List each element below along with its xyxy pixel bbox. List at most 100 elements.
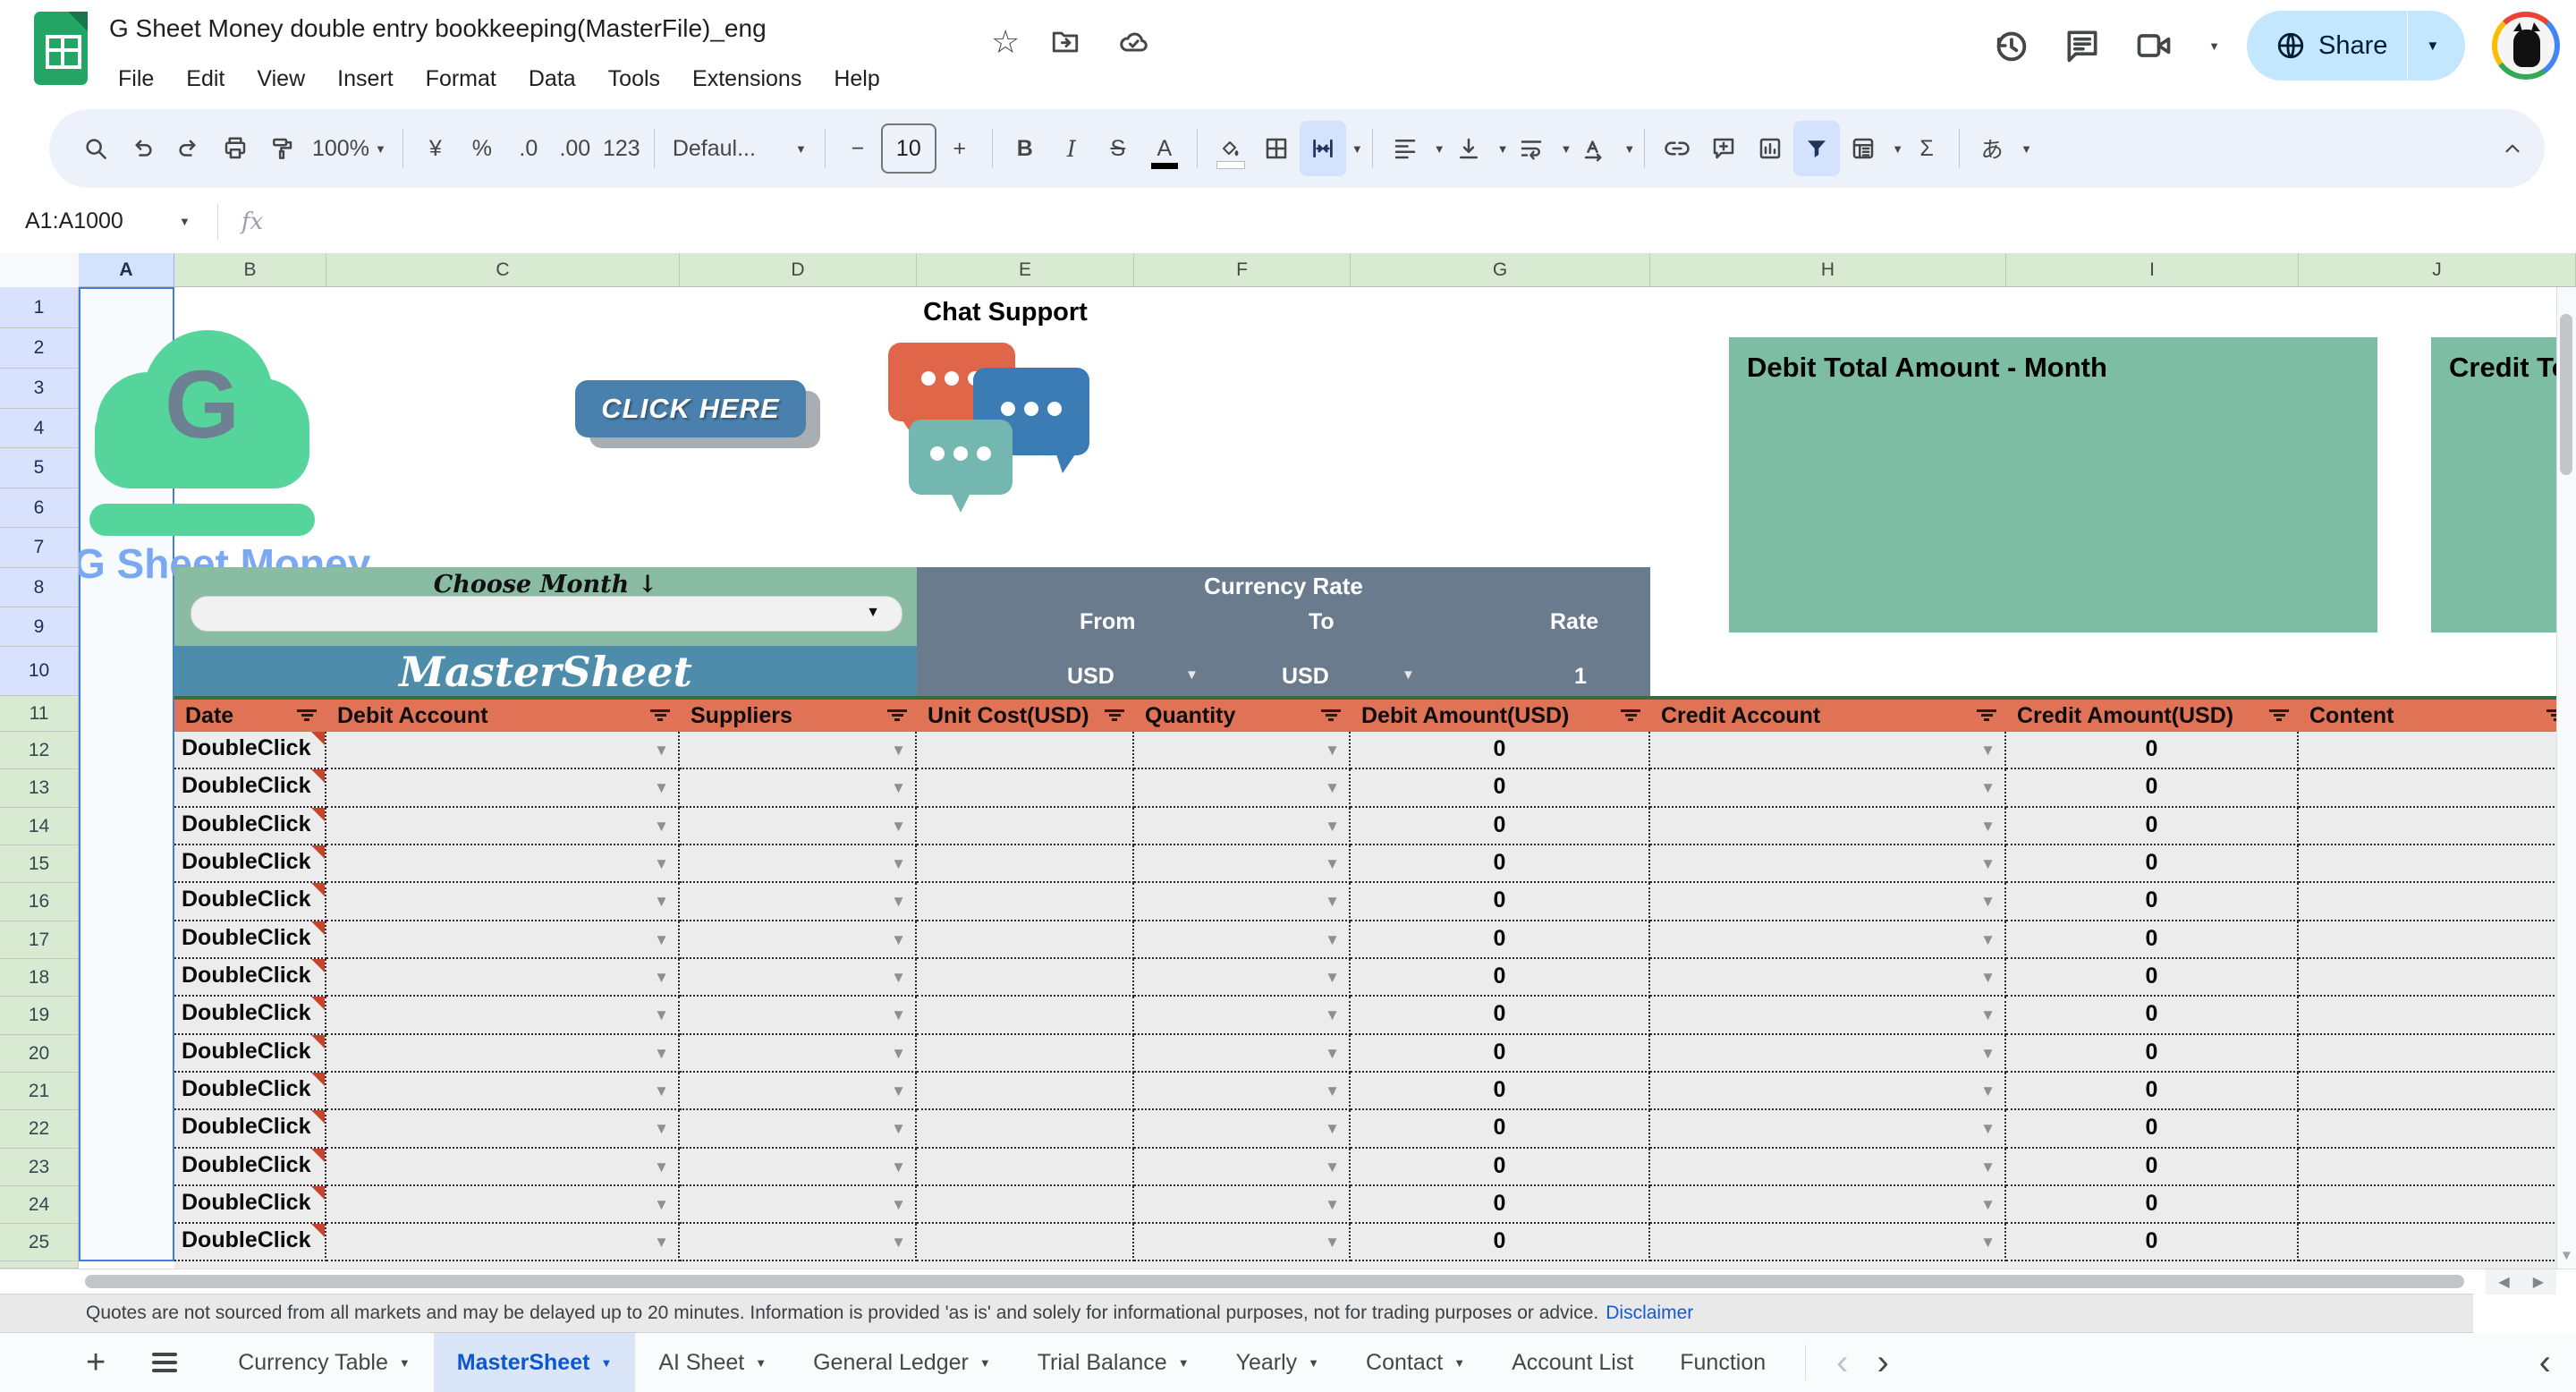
cell-dropdown-icon[interactable]: ▼ xyxy=(891,1234,906,1252)
cell-B12[interactable]: DoubleClick xyxy=(174,732,326,769)
print-icon[interactable] xyxy=(212,121,258,176)
vertical-align-icon[interactable] xyxy=(1445,121,1492,176)
cell-dropdown-icon[interactable]: ▼ xyxy=(1980,969,1996,987)
account-avatar[interactable] xyxy=(2492,12,2560,80)
cell-dropdown-icon[interactable]: ▼ xyxy=(1325,1006,1340,1024)
name-box-caret-icon[interactable]: ▼ xyxy=(179,215,191,228)
cell-dropdown-icon[interactable]: ▼ xyxy=(1980,1082,1996,1100)
cell-J16[interactable] xyxy=(2299,883,2576,921)
cell-dropdown-icon[interactable]: ▼ xyxy=(654,893,669,911)
row-header-11[interactable]: 11 xyxy=(0,696,79,732)
italic-button[interactable]: I xyxy=(1048,121,1095,176)
cell-B17[interactable]: DoubleClick xyxy=(174,921,326,959)
row-header-19[interactable]: 19 xyxy=(0,997,79,1035)
cell-dropdown-icon[interactable]: ▼ xyxy=(654,1120,669,1138)
cell-G24[interactable]: 0 xyxy=(1351,1186,1650,1224)
cell-F20[interactable]: ▼ xyxy=(1134,1035,1351,1073)
cell-B20[interactable]: DoubleClick xyxy=(174,1035,326,1073)
move-folder-icon[interactable] xyxy=(1043,20,1088,64)
vertical-scrollbar-thumb[interactable] xyxy=(2560,314,2572,475)
share-caret-icon[interactable]: ▼ xyxy=(2426,38,2439,54)
cell-G21[interactable]: 0 xyxy=(1351,1073,1650,1110)
scroll-down-icon[interactable]: ▼ xyxy=(2560,1248,2573,1263)
cell-J25[interactable] xyxy=(2299,1224,2576,1261)
currency-to-value[interactable]: USD xyxy=(1282,664,1329,690)
cell-dropdown-icon[interactable]: ▼ xyxy=(891,1120,906,1138)
cell-F19[interactable]: ▼ xyxy=(1134,997,1351,1035)
horizontal-scrollbar[interactable]: ◀ ▶ xyxy=(0,1269,2576,1294)
all-sheets-menu-icon[interactable] xyxy=(152,1348,179,1377)
text-color-button[interactable]: A xyxy=(1141,121,1188,176)
cell-dropdown-icon[interactable]: ▼ xyxy=(1325,893,1340,911)
merge-caret-icon[interactable]: ▼ xyxy=(1352,142,1363,156)
fill-color-button[interactable] xyxy=(1207,121,1253,176)
row-header-26[interactable] xyxy=(0,1261,79,1269)
cell-G17[interactable]: 0 xyxy=(1351,921,1650,959)
sheet-tab-yearly[interactable]: Yearly▼ xyxy=(1213,1333,1343,1392)
cell-F25[interactable]: ▼ xyxy=(1134,1224,1351,1261)
input-tools-button[interactable]: あ xyxy=(1969,121,2015,176)
row-header-12[interactable]: 12 xyxy=(0,732,79,769)
cell-C18[interactable]: ▼ xyxy=(326,959,680,997)
cell-dropdown-icon[interactable]: ▼ xyxy=(654,1006,669,1024)
cell-D15[interactable]: ▼ xyxy=(680,845,917,883)
cell-J22[interactable] xyxy=(2299,1110,2576,1149)
input-tools-caret-icon[interactable]: ▼ xyxy=(2021,142,2032,156)
paint-format-icon[interactable] xyxy=(258,121,305,176)
cell-G25[interactable]: 0 xyxy=(1351,1224,1650,1261)
cell-J17[interactable] xyxy=(2299,921,2576,959)
menu-help[interactable]: Help xyxy=(821,61,892,97)
more-formats-button[interactable]: 123 xyxy=(598,121,645,176)
scroll-right-icon[interactable]: ▶ xyxy=(2533,1273,2544,1291)
row-header-18[interactable]: 18 xyxy=(0,959,79,997)
cell-J23[interactable] xyxy=(2299,1149,2576,1186)
cell-G13[interactable]: 0 xyxy=(1351,769,1650,808)
cell-H25[interactable]: ▼ xyxy=(1650,1224,2006,1261)
cell-dropdown-icon[interactable]: ▼ xyxy=(1980,742,1996,760)
cell-dropdown-icon[interactable]: ▼ xyxy=(1325,931,1340,949)
sheet-tab-caret-icon[interactable]: ▼ xyxy=(1308,1356,1319,1370)
cell-G14[interactable]: 0 xyxy=(1351,808,1650,845)
column-header-H[interactable]: H xyxy=(1650,253,2006,287)
cell-H19[interactable]: ▼ xyxy=(1650,997,2006,1035)
cell-E20[interactable] xyxy=(917,1035,1134,1073)
menu-insert[interactable]: Insert xyxy=(325,61,406,97)
row-header-16[interactable]: 16 xyxy=(0,883,79,921)
cell-E22[interactable] xyxy=(917,1110,1134,1149)
align-caret-icon[interactable]: ▼ xyxy=(1434,142,1445,156)
cell-C16[interactable]: ▼ xyxy=(326,883,680,921)
select-all-corner[interactable] xyxy=(0,253,80,288)
cell-H22[interactable]: ▼ xyxy=(1650,1110,2006,1149)
row-header-21[interactable]: 21 xyxy=(0,1073,79,1110)
text-wrap-icon[interactable] xyxy=(1508,121,1555,176)
sheet-tab-contact[interactable]: Contact▼ xyxy=(1343,1333,1488,1392)
cell-dropdown-icon[interactable]: ▼ xyxy=(891,1196,906,1214)
cell-I23[interactable]: 0 xyxy=(2006,1149,2299,1186)
cell-dropdown-icon[interactable]: ▼ xyxy=(1325,1234,1340,1252)
document-title[interactable]: G Sheet Money double entry bookkeeping(M… xyxy=(109,14,767,43)
filter-icon[interactable] xyxy=(1793,121,1840,176)
column-filter-icon[interactable] xyxy=(1320,708,1342,726)
cell-J18[interactable] xyxy=(2299,959,2576,997)
column-filter-icon[interactable] xyxy=(886,708,908,726)
cell-H24[interactable]: ▼ xyxy=(1650,1186,2006,1224)
cell-G15[interactable]: 0 xyxy=(1351,845,1650,883)
cell-dropdown-icon[interactable]: ▼ xyxy=(1325,1120,1340,1138)
month-select-dropdown[interactable]: ▼ xyxy=(191,596,902,632)
row-header-24[interactable]: 24 xyxy=(0,1186,79,1224)
increase-decimal-button[interactable]: .00 xyxy=(552,121,598,176)
cell-C13[interactable]: ▼ xyxy=(326,769,680,808)
cell-B15[interactable]: DoubleClick xyxy=(174,845,326,883)
sheet-tab-ai-sheet[interactable]: AI Sheet▼ xyxy=(635,1333,790,1392)
cell-dropdown-icon[interactable]: ▼ xyxy=(1980,818,1996,836)
cell-D19[interactable]: ▼ xyxy=(680,997,917,1035)
column-header-A[interactable]: A xyxy=(79,253,174,287)
cell-dropdown-icon[interactable]: ▼ xyxy=(891,969,906,987)
cell-D20[interactable]: ▼ xyxy=(680,1035,917,1073)
row-header-4[interactable]: 4 xyxy=(0,409,79,448)
menu-format[interactable]: Format xyxy=(413,61,509,97)
cell-B24[interactable]: DoubleClick xyxy=(174,1186,326,1224)
row-header-1[interactable]: 1 xyxy=(0,287,79,328)
cell-dropdown-icon[interactable]: ▼ xyxy=(1325,1196,1340,1214)
add-sheet-button[interactable]: + xyxy=(86,1344,106,1382)
